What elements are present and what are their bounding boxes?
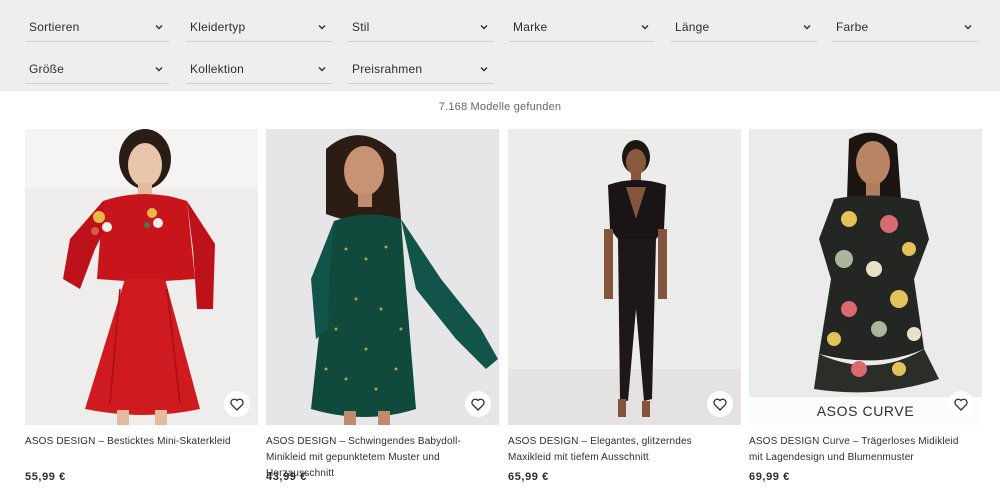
filter-label: Marke [513,19,548,34]
filter-bar: Sortieren Kleidertyp Stil Marke Länge Fa… [0,0,1000,91]
filter-label: Länge [675,19,710,34]
product-image[interactable] [266,129,499,425]
curve-badge-label: ASOS CURVE [816,403,915,419]
product-title[interactable]: ASOS DESIGN Curve – Trägerloses Midiklei… [749,434,974,466]
product-image[interactable] [25,129,258,425]
filter-label: Farbe [836,19,869,34]
wishlist-button[interactable] [707,391,733,417]
chevron-down-icon [801,21,813,33]
result-count: 7.168 Modelle gefunden [438,101,562,113]
chevron-down-icon [478,21,490,33]
filter-kollektion[interactable]: Kollektion [186,54,332,84]
product-card[interactable]: ASOS DESIGN – Elegantes, glitzerndes Max… [508,129,741,499]
product-price: 55,99 € [25,471,66,483]
product-image[interactable] [508,129,741,425]
product-price: 69,99 € [749,471,790,483]
heart-icon [471,398,485,411]
heart-icon [954,398,968,411]
filter-label: Sortieren [29,19,80,34]
filter-laenge[interactable]: Länge [671,12,817,42]
filter-label: Kollektion [190,61,245,76]
chevron-down-icon [153,21,165,33]
chevron-down-icon [478,63,490,75]
product-title[interactable]: ASOS DESIGN – Elegantes, glitzerndes Max… [508,434,733,466]
product-title[interactable]: ASOS DESIGN – Besticktes Mini-Skaterklei… [25,434,250,450]
chevron-down-icon [316,63,328,75]
filter-label: Stil [352,19,370,34]
filter-marke[interactable]: Marke [509,12,655,42]
product-image[interactable]: ASOS CURVE [749,129,982,425]
filter-label: Preisrahmen [352,61,423,76]
chevron-down-icon [316,21,328,33]
filter-stil[interactable]: Stil [348,12,494,42]
filter-farbe[interactable]: Farbe [832,12,978,42]
chevron-down-icon [153,63,165,75]
product-card[interactable]: ASOS DESIGN – Schwingendes Babydoll-Mini… [266,129,499,499]
wishlist-button[interactable] [465,391,491,417]
heart-icon [713,398,727,411]
product-card[interactable]: ASOS CURVE ASOS DESIGN Curve – Trägerlos… [749,129,982,499]
filter-preisrahmen[interactable]: Preisrahmen [348,54,494,84]
wishlist-button[interactable] [948,391,974,417]
filter-sortieren[interactable]: Sortieren [25,12,169,42]
filter-kleidertyp[interactable]: Kleidertyp [186,12,332,42]
heart-icon [230,398,244,411]
filter-label: Kleidertyp [190,19,246,34]
product-card[interactable]: ASOS DESIGN – Besticktes Mini-Skaterklei… [25,129,258,499]
wishlist-button[interactable] [224,391,250,417]
filter-label: Größe [29,61,65,76]
product-price: 43,99 € [266,471,307,483]
filter-groesse[interactable]: Größe [25,54,169,84]
chevron-down-icon [962,21,974,33]
product-price: 65,99 € [508,471,549,483]
chevron-down-icon [639,21,651,33]
